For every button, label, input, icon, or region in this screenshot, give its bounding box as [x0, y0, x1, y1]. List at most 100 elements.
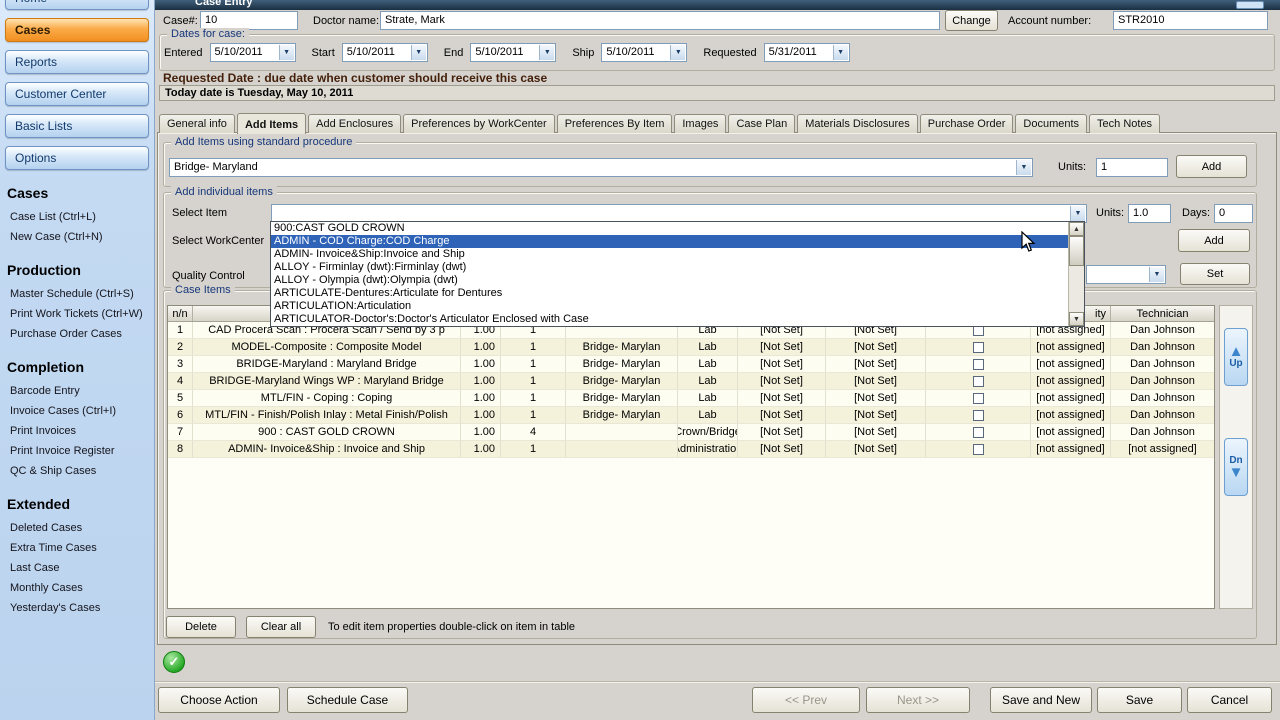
sidebar-item[interactable]: Master Schedule (Ctrl+S): [0, 284, 154, 304]
sidebar-nav-button[interactable]: Options: [5, 146, 149, 170]
sidebar-item[interactable]: Monthly Cases: [0, 578, 154, 598]
chevron-down-icon[interactable]: ▼: [1070, 206, 1085, 221]
standard-procedure-combo[interactable]: Bridge- Maryland ▼: [169, 158, 1033, 177]
dropdown-option[interactable]: ADMIN- Invoice&Ship:Invoice and Ship: [271, 248, 1068, 261]
item-units-input[interactable]: 1.0: [1128, 204, 1171, 223]
tab[interactable]: Case Plan: [728, 114, 796, 133]
dropdown-option[interactable]: ADMIN - COD Charge:COD Charge: [271, 235, 1068, 248]
cell-qty: 1: [501, 390, 566, 406]
tab[interactable]: General info: [159, 114, 235, 133]
chevron-down-icon[interactable]: ▼: [832, 45, 848, 60]
sidebar-nav-button[interactable]: Cases: [5, 18, 149, 42]
table-row[interactable]: 4 BRIDGE-Maryland Wings WP : Maryland Br…: [168, 373, 1214, 390]
sidebar-nav-button[interactable]: Home: [5, 0, 149, 10]
save-and-new-button[interactable]: Save and New: [990, 687, 1092, 713]
cell-status-2: [Not Set]: [826, 390, 926, 406]
dropdown-scrollbar[interactable]: ▲ ▼: [1068, 222, 1084, 326]
dropdown-option[interactable]: ARTICULATOR-Doctor's:Doctor's Articulato…: [271, 313, 1068, 326]
sidebar-item[interactable]: Barcode Entry: [0, 381, 154, 401]
table-row[interactable]: 3 BRIDGE-Maryland : Maryland Bridge 1.00…: [168, 356, 1214, 373]
row-checkbox[interactable]: [972, 341, 984, 353]
sidebar-item[interactable]: Yesterday's Cases: [0, 598, 154, 618]
move-up-button[interactable]: ▲ Up: [1224, 328, 1248, 386]
cell-status-2: [Not Set]: [826, 356, 926, 372]
table-row[interactable]: 7 900 : CAST GOLD CROWN 1.00 4 Crown/Bri…: [168, 424, 1214, 441]
sidebar-item[interactable]: Case List (Ctrl+L): [0, 207, 154, 227]
table-row[interactable]: 2 MODEL-Composite : Composite Model 1.00…: [168, 339, 1214, 356]
cell-item: MODEL-Composite : Composite Model: [193, 339, 461, 355]
next-button[interactable]: Next >>: [866, 687, 970, 713]
dropdown-option[interactable]: 900:CAST GOLD CROWN: [271, 222, 1068, 235]
sidebar-nav-button[interactable]: Reports: [5, 50, 149, 74]
sidebar-item[interactable]: Invoice Cases (Ctrl+I): [0, 401, 154, 421]
tab[interactable]: Preferences By Item: [556, 114, 673, 133]
tab[interactable]: Purchase Order: [919, 114, 1014, 133]
tab[interactable]: Add Items: [236, 113, 307, 134]
table-row[interactable]: 6 MTL/FIN - Finish/Polish Inlay : Metal …: [168, 407, 1214, 424]
sidebar-item[interactable]: Last Case: [0, 558, 154, 578]
row-checkbox[interactable]: [972, 443, 984, 455]
dropdown-option[interactable]: ARTICULATE-Dentures:Articulate for Dentu…: [271, 287, 1068, 300]
sidebar-item[interactable]: Purchase Order Cases: [0, 324, 154, 344]
units-input[interactable]: 1: [1096, 158, 1168, 177]
doctor-name-input[interactable]: Strate, Mark: [380, 11, 940, 30]
window-control[interactable]: [1236, 1, 1264, 9]
row-checkbox[interactable]: [972, 358, 984, 370]
row-checkbox[interactable]: [972, 409, 984, 421]
quality-control-combo[interactable]: ▼: [1086, 265, 1166, 284]
schedule-case-button[interactable]: Schedule Case: [287, 687, 408, 713]
sidebar-item[interactable]: Extra Time Cases: [0, 538, 154, 558]
tab[interactable]: Documents: [1015, 114, 1088, 133]
cancel-button[interactable]: Cancel: [1187, 687, 1272, 713]
choose-action-button[interactable]: Choose Action: [158, 687, 280, 713]
chevron-down-icon[interactable]: ▼: [410, 45, 426, 60]
table-row[interactable]: 8 ADMIN- Invoice&Ship : Invoice and Ship…: [168, 441, 1214, 458]
account-number-input[interactable]: STR2010: [1113, 11, 1268, 30]
dropdown-option[interactable]: ALLOY - Olympia (dwt):Olympia (dwt): [271, 274, 1068, 287]
change-doctor-button[interactable]: Change: [945, 10, 998, 31]
sidebar-item[interactable]: Print Invoices: [0, 421, 154, 441]
sidebar-item[interactable]: QC & Ship Cases: [0, 461, 154, 481]
cell-status-1: [Not Set]: [738, 356, 826, 372]
delete-button[interactable]: Delete: [166, 616, 236, 638]
row-checkbox[interactable]: [972, 375, 984, 387]
dropdown-option[interactable]: ARTICULATION:Articulation: [271, 300, 1068, 313]
sidebar-item[interactable]: Deleted Cases: [0, 518, 154, 538]
sidebar-nav-button[interactable]: Basic Lists: [5, 114, 149, 138]
tab[interactable]: Add Enclosures: [308, 114, 402, 133]
prev-button[interactable]: << Prev: [752, 687, 860, 713]
move-down-button[interactable]: Dn ▼: [1224, 438, 1248, 496]
row-checkbox[interactable]: [972, 426, 984, 438]
sidebar-item[interactable]: Print Work Tickets (Ctrl+W): [0, 304, 154, 324]
add-standard-button[interactable]: Add: [1176, 155, 1247, 178]
date-combo[interactable]: 5/10/2011 ▼: [341, 43, 428, 62]
add-item-button[interactable]: Add: [1178, 229, 1250, 252]
days-input[interactable]: 0: [1214, 204, 1253, 223]
date-combo[interactable]: 5/10/2011 ▼: [209, 43, 296, 62]
sidebar-item[interactable]: Print Invoice Register: [0, 441, 154, 461]
scrollbar-thumb[interactable]: [1069, 236, 1084, 266]
chevron-down-icon[interactable]: ▼: [539, 45, 555, 60]
scroll-up-icon[interactable]: ▲: [1069, 222, 1084, 236]
scroll-down-icon[interactable]: ▼: [1069, 312, 1084, 326]
chevron-down-icon[interactable]: ▼: [670, 45, 686, 60]
date-combo[interactable]: 5/10/2011 ▼: [601, 43, 688, 62]
sidebar-nav-button[interactable]: Customer Center: [5, 82, 149, 106]
chevron-down-icon[interactable]: ▼: [278, 45, 294, 60]
chevron-down-icon[interactable]: ▼: [1016, 160, 1031, 175]
sidebar-item[interactable]: New Case (Ctrl+N): [0, 227, 154, 247]
date-combo[interactable]: 5/31/2011 ▼: [763, 43, 850, 62]
dropdown-option[interactable]: ALLOY - Firminlay (dwt):Firminlay (dwt): [271, 261, 1068, 274]
clear-all-button[interactable]: Clear all: [246, 616, 316, 638]
cell-technician: Dan Johnson: [1130, 324, 1195, 336]
tab[interactable]: Images: [674, 114, 727, 133]
save-button[interactable]: Save: [1097, 687, 1182, 713]
date-combo[interactable]: 5/10/2011 ▼: [470, 43, 557, 62]
row-checkbox[interactable]: [972, 392, 984, 404]
tab[interactable]: Tech Notes: [1089, 114, 1161, 133]
set-quality-button[interactable]: Set: [1180, 263, 1250, 285]
tab[interactable]: Preferences by WorkCenter: [403, 114, 555, 133]
tab[interactable]: Materials Disclosures: [797, 114, 918, 133]
table-row[interactable]: 5 MTL/FIN - Coping : Coping 1.00 1 Bridg…: [168, 390, 1214, 407]
chevron-down-icon[interactable]: ▼: [1149, 267, 1164, 282]
